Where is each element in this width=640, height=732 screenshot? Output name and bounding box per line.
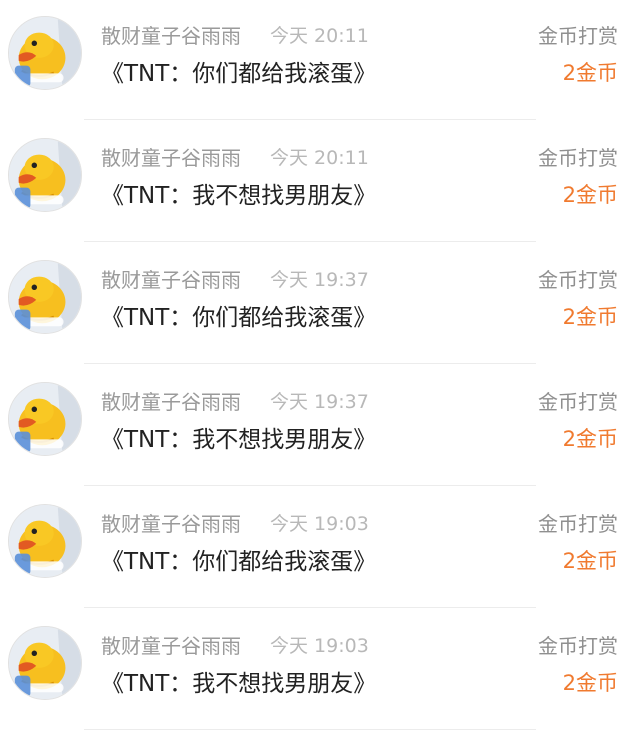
reward-list: 散财童子谷雨雨 今天 20:11 《TNT：你们都给我滚蛋》 金币打赏 2金币 … [0,0,640,732]
duck-avatar-icon[interactable] [8,260,82,334]
sender-name[interactable]: 散财童子谷雨雨 [101,386,241,415]
reward-amount: 2金币 [562,183,618,207]
reward-list-item[interactable]: 散财童子谷雨雨 今天 19:03 《TNT：你们都给我滚蛋》 金币打赏 2金币 [0,488,640,610]
timestamp: 今天 20:11 [270,25,369,47]
post-title[interactable]: 《TNT：你们都给我滚蛋》 [101,54,376,88]
post-title[interactable]: 《TNT：我不想找男朋友》 [101,664,376,698]
duck-avatar-icon[interactable] [8,382,82,456]
duck-avatar-icon[interactable] [8,16,82,90]
reward-amount: 2金币 [562,305,618,329]
duck-avatar-icon[interactable] [8,504,82,578]
reward-list-item[interactable]: 散财童子谷雨雨 今天 19:37 《TNT：我不想找男朋友》 金币打赏 2金币 [0,366,640,488]
timestamp: 今天 19:37 [270,391,369,413]
sender-name[interactable]: 散财童子谷雨雨 [101,508,241,537]
timestamp: 今天 20:11 [270,147,369,169]
reward-type-label: 金币打赏 [538,512,618,536]
reward-list-item[interactable]: 散财童子谷雨雨 今天 19:37 《TNT：你们都给我滚蛋》 金币打赏 2金币 [0,244,640,366]
reward-type-label: 金币打赏 [538,24,618,48]
sender-name[interactable]: 散财童子谷雨雨 [101,630,241,659]
reward-amount: 2金币 [562,61,618,85]
timestamp: 今天 19:03 [270,513,369,535]
reward-list-item[interactable]: 散财童子谷雨雨 今天 20:11 《TNT：我不想找男朋友》 金币打赏 2金币 [0,122,640,244]
reward-type-label: 金币打赏 [538,634,618,658]
sender-name[interactable]: 散财童子谷雨雨 [101,142,241,171]
reward-type-label: 金币打赏 [538,146,618,170]
reward-amount: 2金币 [562,427,618,451]
post-title[interactable]: 《TNT：我不想找男朋友》 [101,420,376,454]
duck-avatar-icon[interactable] [8,626,82,700]
post-title[interactable]: 《TNT：你们都给我滚蛋》 [101,298,376,332]
reward-list-item[interactable]: 散财童子谷雨雨 今天 19:03 《TNT：我不想找男朋友》 金币打赏 2金币 [0,610,640,732]
duck-avatar-icon[interactable] [8,138,82,212]
reward-list-item[interactable]: 散财童子谷雨雨 今天 20:11 《TNT：你们都给我滚蛋》 金币打赏 2金币 [0,0,640,122]
timestamp: 今天 19:37 [270,269,369,291]
reward-amount: 2金币 [562,549,618,573]
sender-name[interactable]: 散财童子谷雨雨 [101,264,241,293]
post-title[interactable]: 《TNT：我不想找男朋友》 [101,176,376,210]
post-title[interactable]: 《TNT：你们都给我滚蛋》 [101,542,376,576]
reward-type-label: 金币打赏 [538,268,618,292]
timestamp: 今天 19:03 [270,635,369,657]
reward-amount: 2金币 [562,671,618,695]
reward-type-label: 金币打赏 [538,390,618,414]
sender-name[interactable]: 散财童子谷雨雨 [101,20,241,49]
